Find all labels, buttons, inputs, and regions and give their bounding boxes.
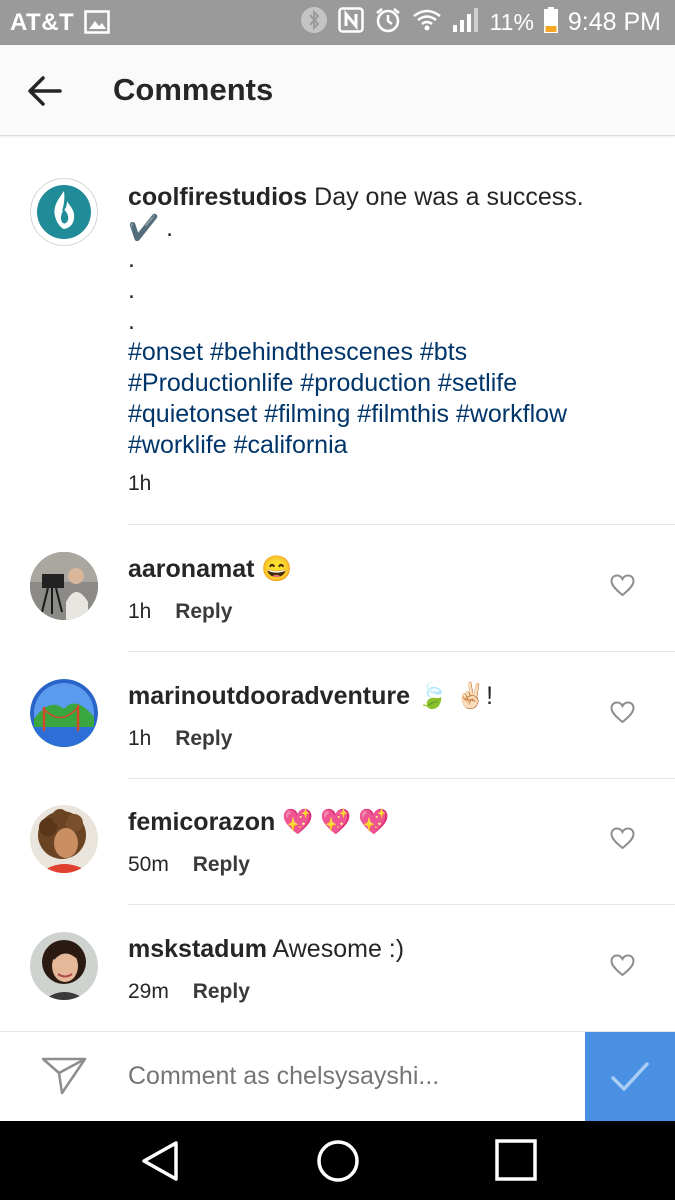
comment-item: marinoutdooradventure 🍃 ✌🏻! 1h Reply (0, 679, 675, 805)
comment-item: femicorazon 💖 💖 💖 50m Reply (0, 805, 675, 931)
avatar[interactable] (30, 679, 98, 747)
checkmark-icon (611, 1062, 649, 1091)
caption-timestamp: 1h (128, 472, 152, 495)
comment-text: Awesome :) (272, 935, 405, 963)
caption-dot: . (128, 307, 135, 335)
nav-recents-icon[interactable] (495, 1139, 537, 1186)
comment-input[interactable] (128, 1062, 568, 1091)
comment-username[interactable]: aaronamat (128, 555, 254, 583)
caption-hashtags[interactable]: #onset #behindthescenes #bts #Production… (128, 338, 567, 459)
reply-button[interactable]: Reply (175, 600, 232, 623)
nav-back-icon[interactable] (140, 1139, 180, 1188)
comment-meta: 1h Reply (128, 600, 232, 624)
comment-text: 🍃 ✌🏻! (416, 682, 494, 710)
comment-line: aaronamat 😄 (128, 555, 293, 584)
heart-icon[interactable] (610, 574, 635, 597)
nfc-icon (337, 7, 364, 38)
battery-percent: 11% (489, 9, 534, 35)
comment-timestamp: 29m (128, 980, 169, 1003)
caption-username[interactable]: coolfirestudios (128, 183, 307, 211)
clock: 9:48 PM (567, 8, 661, 36)
wifi-icon (412, 8, 442, 37)
status-bar: AT&T 11% 9:48 PM (0, 0, 675, 45)
divider (128, 778, 675, 779)
reply-button[interactable]: Reply (193, 980, 250, 1003)
caption-trailing: . (166, 214, 174, 242)
nav-home-icon[interactable] (316, 1139, 360, 1188)
comment-composer (0, 1031, 675, 1122)
page-title: Comments (113, 72, 274, 107)
post-comment-button[interactable] (585, 1032, 675, 1122)
comment-text: 💖 💖 💖 (282, 808, 390, 836)
avatar[interactable] (30, 178, 98, 246)
system-nav-bar (0, 1121, 675, 1200)
send-icon[interactable] (40, 1055, 88, 1097)
caption-dot: . (128, 276, 135, 304)
heart-icon[interactable] (610, 954, 635, 977)
coolfire-logo-icon (37, 185, 91, 239)
battery-icon (543, 7, 558, 38)
back-arrow-icon[interactable] (26, 73, 64, 109)
comment-line: femicorazon 💖 💖 💖 (128, 808, 390, 837)
comment-meta: 50m Reply (128, 853, 250, 877)
reply-button[interactable]: Reply (193, 853, 250, 876)
alarm-icon (374, 6, 402, 39)
comment-text: 😄 (261, 555, 293, 583)
comment-timestamp: 1h (128, 600, 152, 623)
divider (128, 651, 675, 652)
check-emoji: ✔️ (128, 214, 160, 242)
avatar[interactable] (30, 552, 98, 620)
comment-line: marinoutdooradventure 🍃 ✌🏻! (128, 682, 493, 711)
divider (128, 524, 675, 525)
comment-username[interactable]: mskstadum (128, 935, 267, 963)
gallery-icon (84, 10, 110, 39)
avatar[interactable] (30, 932, 98, 1000)
comment-timestamp: 1h (128, 727, 152, 750)
caption-message: Day one was a success. (314, 183, 584, 211)
heart-icon[interactable] (610, 827, 635, 850)
comment-line: mskstadum Awesome :) (128, 935, 404, 964)
comment-meta: 29m Reply (128, 980, 250, 1004)
app-bar: Comments (0, 45, 675, 136)
bluetooth-icon (300, 6, 328, 39)
caption-text: coolfirestudios Day one was a success. ✔… (128, 182, 638, 461)
caption-dot: . (128, 245, 135, 273)
heart-icon[interactable] (610, 701, 635, 724)
divider (128, 904, 675, 905)
signal-icon (452, 7, 480, 38)
comment-meta: 1h Reply (128, 727, 232, 751)
comment-username[interactable]: femicorazon (128, 808, 275, 836)
carrier-label: AT&T (10, 9, 75, 36)
reply-button[interactable]: Reply (175, 727, 232, 750)
comment-item: aaronamat 😄 1h Reply (0, 552, 675, 678)
comment-timestamp: 50m (128, 853, 169, 876)
comment-username[interactable]: marinoutdooradventure (128, 682, 410, 710)
avatar[interactable] (30, 805, 98, 873)
